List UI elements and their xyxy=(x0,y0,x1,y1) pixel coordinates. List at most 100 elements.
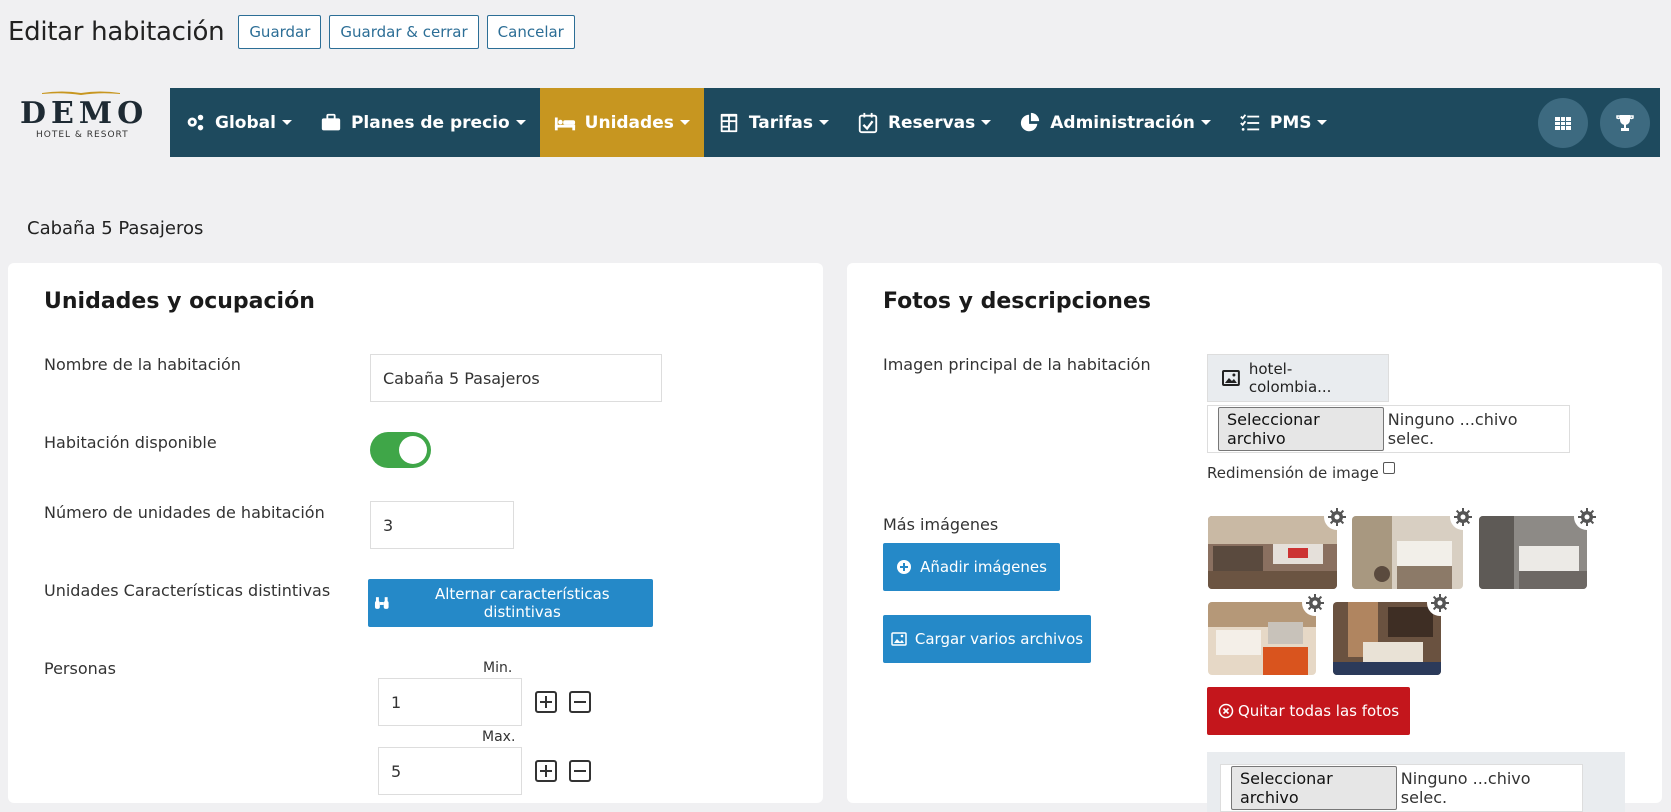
toggle-features-label: Alternar características distintivas xyxy=(434,585,610,621)
plus-square-icon[interactable] xyxy=(535,760,557,782)
toggle-features-button[interactable]: Alternar características distintivas xyxy=(368,579,653,627)
grid-button[interactable] xyxy=(1538,97,1588,148)
min-persons-input[interactable]: 1 xyxy=(378,678,522,726)
nav-global[interactable]: Global xyxy=(170,88,306,157)
room-photo-2 xyxy=(1352,516,1463,589)
cancel-button[interactable]: Cancelar xyxy=(486,15,575,49)
chevron-down-icon xyxy=(515,120,526,125)
persons-label: Personas xyxy=(44,659,116,678)
nav-reservas[interactable]: Reservas xyxy=(843,88,1005,157)
nav-administracion-label: Administración xyxy=(1050,112,1195,133)
available-label: Habitación disponible xyxy=(44,433,217,452)
nav-right-actions xyxy=(1526,88,1660,157)
chevron-down-icon xyxy=(1317,120,1328,125)
chevron-down-icon xyxy=(1200,120,1211,125)
chevron-down-icon xyxy=(818,120,829,125)
gear-icon xyxy=(1328,508,1346,526)
max-persons-input[interactable]: 5 xyxy=(378,747,522,795)
room-photo-3 xyxy=(1479,516,1587,589)
resize-image-row: Redimensión de image xyxy=(1207,462,1395,482)
nav-planes-label: Planes de precio xyxy=(350,112,510,133)
gears-icon xyxy=(187,114,204,130)
remove-all-photos-label: Quitar todas las fotos xyxy=(1237,702,1400,720)
room-subtitle: Cabaña 5 Pasajeros xyxy=(27,218,204,239)
room-photo-thumbnail[interactable] xyxy=(1479,516,1587,589)
units-count-input[interactable]: 3 xyxy=(370,501,514,549)
main-image-file-input[interactable]: Seleccionar archivo Ninguno ...chivo sel… xyxy=(1207,405,1570,453)
room-name-input[interactable]: Cabaña 5 Pasajeros xyxy=(370,354,662,402)
multi-upload-file-input[interactable]: Seleccionar archivo Ninguno ...chivo sel… xyxy=(1220,764,1583,812)
nav-unidades[interactable]: Unidades xyxy=(539,88,704,157)
card-title: Unidades y ocupación xyxy=(44,289,315,314)
save-button[interactable]: Guardar xyxy=(238,15,322,49)
pie-chart-icon xyxy=(1021,112,1040,131)
add-images-button[interactable]: Añadir imágenes xyxy=(883,543,1060,591)
main-navbar: Global Planes de precio Unidades Tarifas… xyxy=(170,88,1660,157)
plus-circle-icon xyxy=(897,560,912,574)
nav-unidades-label: Unidades xyxy=(584,112,674,133)
available-toggle[interactable] xyxy=(370,432,431,468)
trophy-button[interactable] xyxy=(1600,97,1650,148)
binoculars-icon xyxy=(374,597,389,609)
bed-icon xyxy=(554,117,575,130)
room-photo-4 xyxy=(1208,602,1316,675)
table-icon xyxy=(720,113,738,132)
room-photo-thumbnail[interactable] xyxy=(1208,516,1337,589)
nav-tarifas[interactable]: Tarifas xyxy=(704,88,843,157)
card-title: Fotos y descripciones xyxy=(883,289,1151,314)
chevron-down-icon xyxy=(679,120,690,125)
upload-multiple-button[interactable]: Cargar varios archivos xyxy=(883,615,1091,663)
select-file-button[interactable]: Seleccionar archivo xyxy=(1218,407,1384,451)
save-close-button[interactable]: Guardar & cerrar xyxy=(329,15,479,49)
photo-settings-button[interactable] xyxy=(1324,504,1350,530)
toggle-knob xyxy=(399,436,427,464)
photo-settings-button[interactable] xyxy=(1302,590,1328,616)
top-toolbar: Editar habitación Guardar Guardar & cerr… xyxy=(8,14,583,50)
nav-administracion[interactable]: Administración xyxy=(1005,88,1225,157)
calendar-check-icon xyxy=(858,112,878,133)
times-circle-icon xyxy=(1218,703,1234,719)
list-check-icon xyxy=(1240,113,1260,131)
units-count-label: Número de unidades de habitación xyxy=(44,503,325,522)
room-photo-thumbnail[interactable] xyxy=(1352,516,1463,589)
chevron-down-icon xyxy=(981,120,992,125)
room-photo-5 xyxy=(1333,602,1441,675)
photo-settings-button[interactable] xyxy=(1450,504,1476,530)
image-icon xyxy=(891,632,907,646)
gear-icon xyxy=(1306,594,1324,612)
grid-icon xyxy=(1555,116,1571,130)
units-occupancy-card: Unidades y ocupación Nombre de la habita… xyxy=(8,263,823,803)
remove-all-photos-button[interactable]: Quitar todas las fotos xyxy=(1207,687,1410,735)
gear-icon xyxy=(1431,594,1449,612)
photos-descriptions-card: Fotos y descripciones Imagen principal d… xyxy=(847,263,1662,812)
select-file-button[interactable]: Seleccionar archivo xyxy=(1231,766,1397,810)
main-image-filename: hotel-colombia... xyxy=(1248,360,1332,396)
add-images-label: Añadir imágenes xyxy=(920,558,1047,576)
main-image-file-chip[interactable]: hotel-colombia... xyxy=(1207,354,1389,402)
briefcase-icon xyxy=(321,113,341,130)
minus-square-icon[interactable] xyxy=(569,691,591,713)
more-images-label: Más imágenes xyxy=(883,515,999,534)
resize-image-checkbox[interactable] xyxy=(1382,462,1395,474)
chevron-down-icon xyxy=(281,120,292,125)
logo-subtitle: HOTEL & RESORT xyxy=(36,130,129,140)
nav-pms-label: PMS xyxy=(1269,112,1312,133)
image-icon xyxy=(1222,370,1240,386)
min-label: Min. xyxy=(483,660,513,676)
nav-planes-precio[interactable]: Planes de precio xyxy=(306,88,540,157)
photo-settings-button[interactable] xyxy=(1574,504,1600,530)
logo[interactable]: DEMO HOTEL & RESORT xyxy=(20,88,143,140)
room-name-label: Nombre de la habitación xyxy=(44,355,241,374)
plus-square-icon[interactable] xyxy=(535,691,557,713)
page-title: Editar habitación xyxy=(8,17,225,47)
minus-square-icon[interactable] xyxy=(569,760,591,782)
upload-multiple-label: Cargar varios archivos xyxy=(914,630,1084,648)
nav-pms[interactable]: PMS xyxy=(1225,88,1342,157)
gear-icon xyxy=(1578,508,1596,526)
room-photo-thumbnail[interactable] xyxy=(1333,602,1441,675)
nav-tarifas-label: Tarifas xyxy=(748,112,813,133)
room-photo-thumbnail[interactable] xyxy=(1208,602,1316,675)
photo-settings-button[interactable] xyxy=(1427,590,1453,616)
room-photo-1 xyxy=(1208,516,1337,589)
max-label: Max. xyxy=(482,729,516,745)
